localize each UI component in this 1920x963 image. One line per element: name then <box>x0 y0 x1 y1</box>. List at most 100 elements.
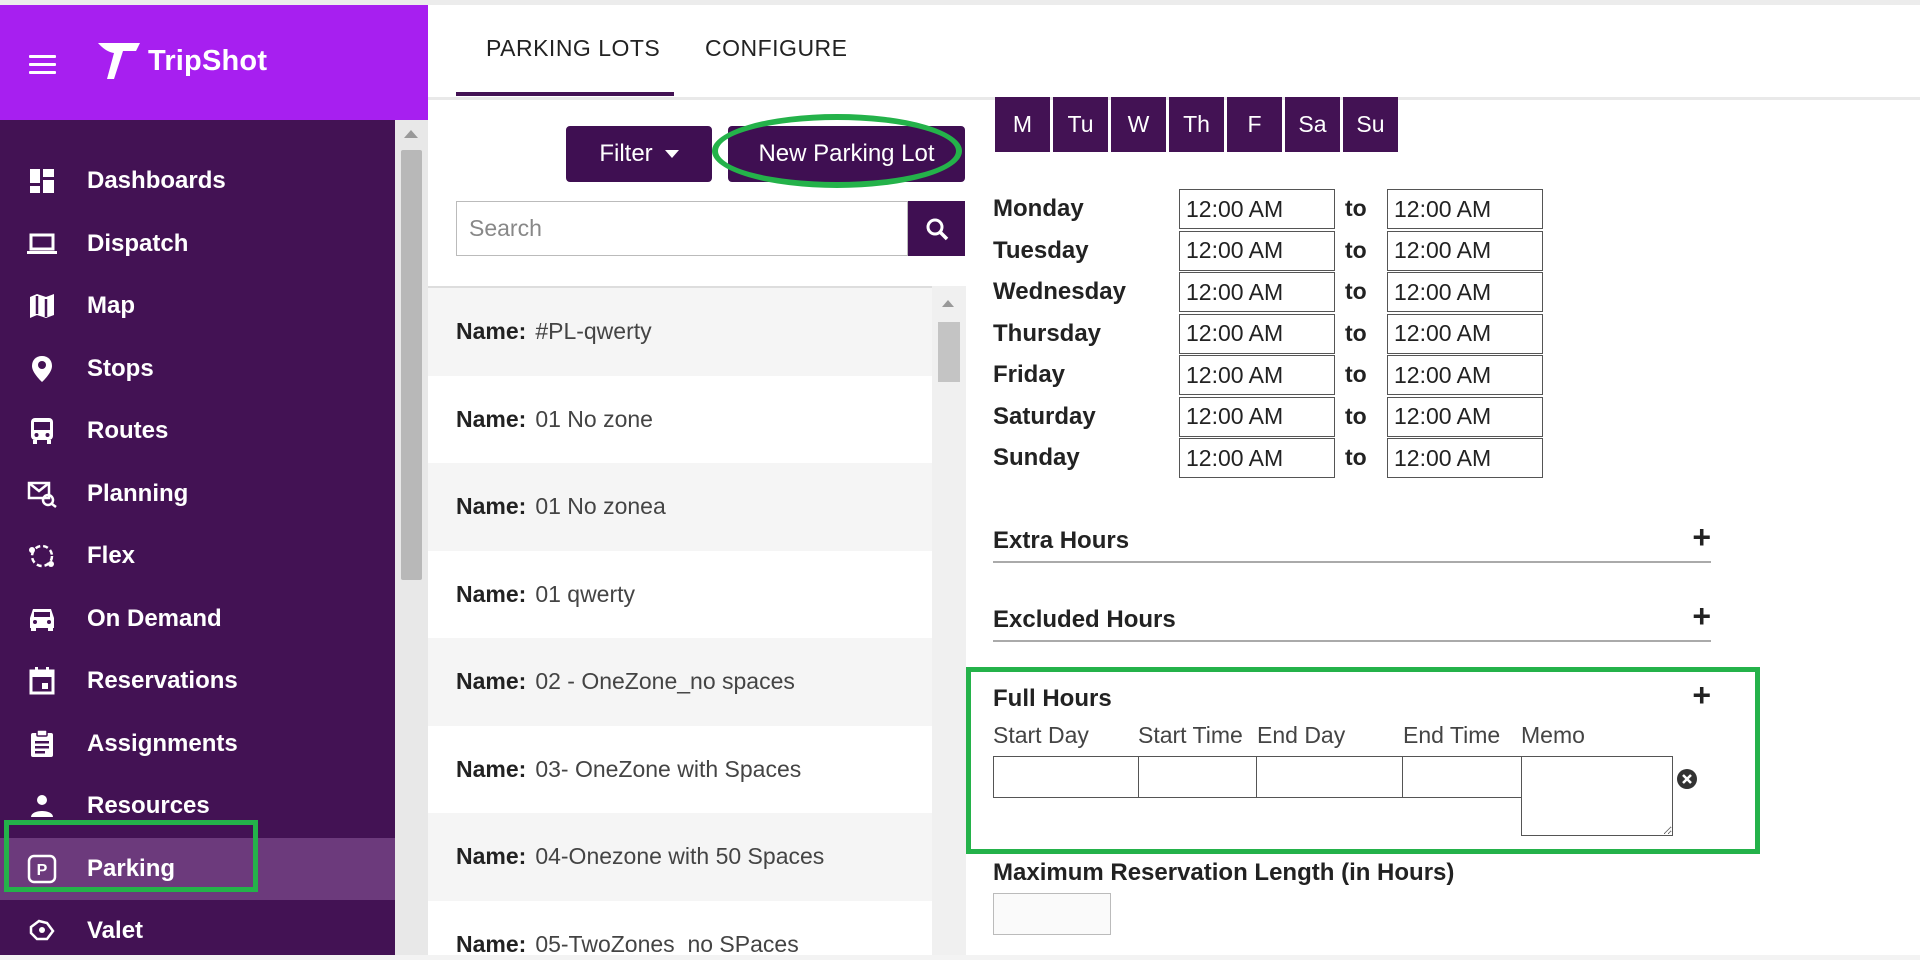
tab-bar: PARKING LOTS CONFIGURE <box>428 5 1920 100</box>
schedule-row: Friday to <box>993 355 1553 397</box>
dashboard-icon <box>27 166 57 196</box>
day-toggle-tuesday[interactable]: Tu <box>1053 97 1108 152</box>
to-label: to <box>1345 236 1367 263</box>
scrollbar-thumb[interactable] <box>938 322 960 382</box>
filter-button[interactable]: Filter <box>566 126 712 182</box>
day-label: Friday <box>993 361 1066 388</box>
lot-name: 01 No zone <box>535 405 653 432</box>
start-time-input[interactable] <box>1179 272 1335 312</box>
scroll-up-icon[interactable] <box>942 300 954 307</box>
tab-parking-lots[interactable]: PARKING LOTS <box>486 35 660 62</box>
add-extra-hours-plus-icon[interactable]: + <box>1692 519 1711 556</box>
name-label: Name: <box>456 405 527 432</box>
lot-name: #PL-qwerty <box>535 318 652 345</box>
day-toggle-thursday[interactable]: Th <box>1169 97 1224 152</box>
bottom-border <box>0 955 1920 960</box>
lot-name: 02 - OneZone_no spaces <box>535 668 795 695</box>
end-time-input[interactable] <box>1387 396 1543 437</box>
lot-name: 03- OneZone with Spaces <box>535 755 802 782</box>
lot-name: 04-Onezone with 50 Spaces <box>535 843 825 870</box>
schedule-row: Wednesday to <box>993 272 1553 314</box>
name-label: Name: <box>456 318 527 345</box>
list-item[interactable]: Name: 05-TwoZones_no SPaces <box>428 901 932 958</box>
max-reservation-label: Maximum Reservation Length (in Hours) <box>993 859 1455 886</box>
list-item[interactable]: Name: #PL-qwerty <box>428 288 932 376</box>
search-input[interactable] <box>456 201 908 256</box>
end-time-input[interactable] <box>1387 313 1543 354</box>
clipboard-icon <box>27 729 57 759</box>
sidebar-item-valet[interactable]: Valet <box>0 900 395 963</box>
start-time-input[interactable] <box>1179 313 1335 354</box>
list-item[interactable]: Name: 01 No zone <box>428 376 932 464</box>
list-item[interactable]: Name: 01 No zonea <box>428 463 932 551</box>
sidebar-item-dispatch[interactable]: Dispatch <box>0 213 395 276</box>
sidebar-item-label: Flex <box>87 542 136 570</box>
end-time-input[interactable] <box>1387 355 1543 395</box>
to-label: to <box>1345 361 1367 387</box>
parking-lot-list: Name: #PL-qwerty Name: 01 No zone Name: 01 … <box>428 286 932 957</box>
list-item[interactable]: Name: 04-Onezone with 50 Spaces <box>428 813 932 901</box>
day-toggle-saturday[interactable]: Sa <box>1285 97 1340 152</box>
hamburger-menu-icon[interactable] <box>29 55 56 76</box>
start-time-input[interactable] <box>1179 230 1335 271</box>
sidebar-item-map[interactable]: Map <box>0 275 395 338</box>
location-pin-icon <box>27 354 57 384</box>
max-reservation-input[interactable] <box>993 893 1111 935</box>
logo-mark-icon <box>98 43 140 79</box>
start-time-input[interactable] <box>1179 189 1335 229</box>
excluded-hours-label: Excluded Hours <box>993 606 1176 633</box>
schedule-row: Saturday to <box>993 396 1553 439</box>
sidebar-item-flex[interactable]: Flex <box>0 525 395 588</box>
sidebar-item-dashboards[interactable]: Dashboards <box>0 150 395 213</box>
sidebar-item-reservations[interactable]: Reservations <box>0 650 395 713</box>
calendar-icon <box>27 666 57 696</box>
to-label: to <box>1345 195 1367 221</box>
weekday-selector: M Tu W Th F Sa Su <box>995 97 1398 152</box>
sidebar-scrollbar[interactable] <box>395 120 428 955</box>
end-time-input[interactable] <box>1387 230 1543 271</box>
sidebar-item-stops[interactable]: Stops <box>0 338 395 401</box>
new-button-highlight-oval <box>712 114 962 188</box>
schedule-row: Sunday to <box>993 438 1553 480</box>
list-scrollbar[interactable] <box>932 286 966 955</box>
start-time-input[interactable] <box>1179 396 1335 437</box>
start-time-input[interactable] <box>1179 438 1335 478</box>
list-item[interactable]: Name: 01 qwerty <box>428 551 932 639</box>
sidebar-item-routes[interactable]: Routes <box>0 400 395 463</box>
lot-name: 01 No zonea <box>535 493 666 520</box>
scrollbar-thumb[interactable] <box>401 150 422 580</box>
list-item[interactable]: Name: 02 - OneZone_no spaces <box>428 638 932 726</box>
sidebar-item-on-demand[interactable]: On Demand <box>0 588 395 651</box>
to-label: to <box>1345 319 1367 346</box>
sidebar-item-label: Reservations <box>87 667 238 695</box>
start-time-input[interactable] <box>1179 355 1335 395</box>
name-label: Name: <box>456 580 527 607</box>
end-time-input[interactable] <box>1387 272 1543 312</box>
laptop-icon <box>27 229 57 259</box>
search-icon <box>926 218 948 240</box>
name-label: Name: <box>456 755 527 782</box>
sidebar-item-label: Assignments <box>87 729 238 757</box>
tab-configure[interactable]: CONFIGURE <box>705 35 848 62</box>
day-toggle-monday[interactable]: M <box>995 97 1050 152</box>
end-time-input[interactable] <box>1387 189 1543 229</box>
name-label: Name: <box>456 493 527 520</box>
sidebar: TripShot Dashboards Dispatch Map Stops R… <box>0 5 428 955</box>
schedule-row: Tuesday to <box>993 230 1553 273</box>
sidebar-item-assignments[interactable]: Assignments <box>0 713 395 776</box>
day-toggle-sunday[interactable]: Su <box>1343 97 1398 152</box>
day-toggle-friday[interactable]: F <box>1227 97 1282 152</box>
lot-name: 01 qwerty <box>535 580 636 607</box>
end-time-input[interactable] <box>1387 438 1543 478</box>
list-item[interactable]: Name: 03- OneZone with Spaces <box>428 726 932 814</box>
scroll-up-icon[interactable] <box>404 130 418 138</box>
lot-name: 05-TwoZones_no SPaces <box>535 930 799 957</box>
sidebar-item-planning[interactable]: Planning <box>0 463 395 526</box>
extra-hours-section: Extra Hours + <box>993 519 1711 563</box>
add-excluded-hours-plus-icon[interactable]: + <box>1692 598 1711 635</box>
flex-icon <box>27 541 57 571</box>
name-label: Name: <box>456 843 527 870</box>
sidebar-item-label: Valet <box>87 917 144 945</box>
search-button[interactable] <box>908 201 965 256</box>
day-toggle-wednesday[interactable]: W <box>1111 97 1166 152</box>
